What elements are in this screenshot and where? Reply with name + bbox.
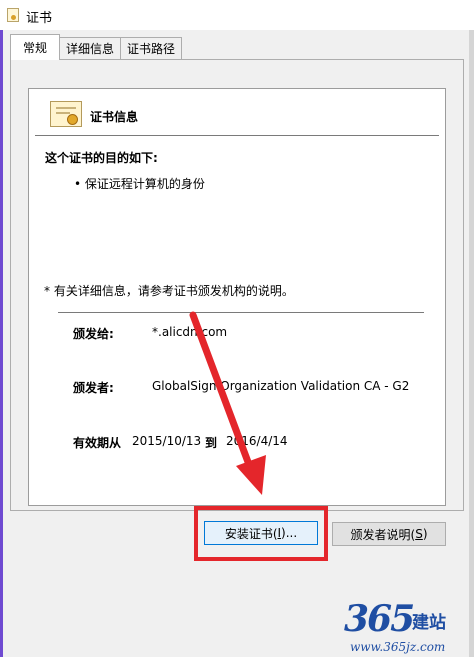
annotation-arrow [189, 311, 266, 495]
watermark-brand: 建站 [412, 613, 446, 633]
tab-general-label: 常规 [22, 41, 47, 55]
watermark-number: 365 [344, 598, 415, 640]
watermark-url: www.365jz.com [350, 640, 446, 654]
tab-general[interactable]: 常规 [10, 34, 60, 60]
